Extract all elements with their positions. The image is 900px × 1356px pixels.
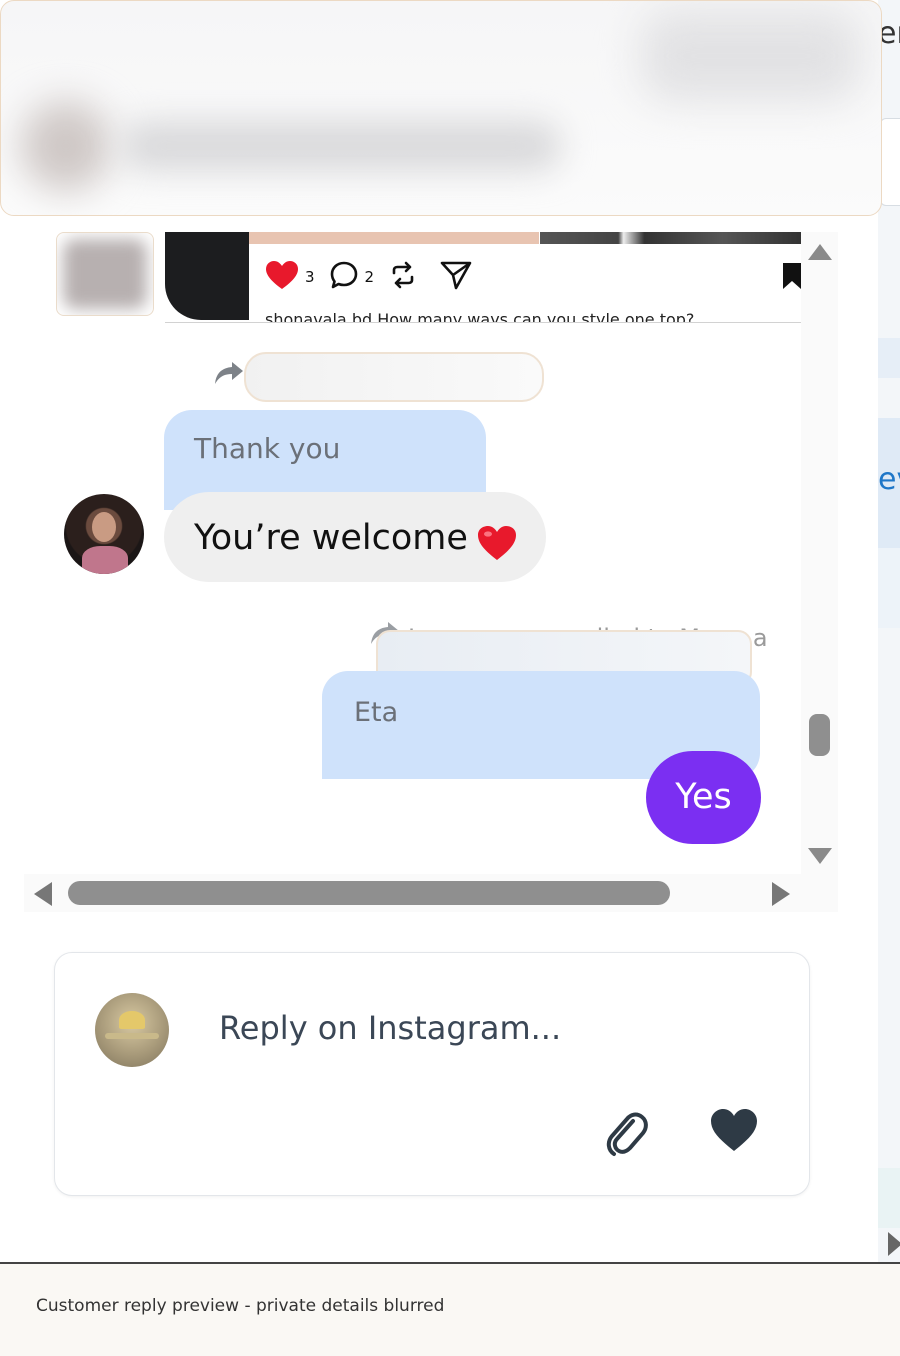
blurred-reply-label [244, 352, 544, 402]
heart-emoji-icon [476, 524, 518, 566]
business-avatar [95, 993, 169, 1067]
post-actions: 3 2 [265, 260, 472, 294]
blurred-detail [641, 11, 861, 101]
incoming-message[interactable]: You’re welcome [164, 492, 546, 582]
avatar-clothing [82, 546, 128, 574]
quoted-message-text: Eta [354, 697, 399, 728]
shared-post-card[interactable]: 3 2 shonavala.bd How many ways can you s… [165, 232, 801, 323]
blurred-name [121, 121, 561, 171]
vertical-scrollbar[interactable] [801, 232, 838, 874]
like-heart-icon[interactable] [709, 1107, 759, 1157]
sidebar-band [878, 548, 900, 628]
forward-icon [214, 360, 244, 390]
horizontal-scrollbar[interactable] [24, 874, 838, 912]
sidebar-peek-text-mid[interactable]: ev [878, 462, 900, 497]
post-image-strip [540, 232, 801, 244]
outgoing-message[interactable]: Yes [646, 751, 761, 844]
sidebar-scroll-right-arrow[interactable] [888, 1232, 900, 1256]
post-thumbnail [165, 232, 249, 320]
brand-logo-crest [119, 1011, 145, 1029]
vertical-scroll-thumb[interactable] [809, 714, 830, 756]
reply-composer [54, 952, 810, 1196]
brand-logo-text [105, 1033, 159, 1039]
like-count: 3 [305, 268, 315, 286]
reply-input[interactable] [219, 1003, 779, 1053]
sidebar-band [878, 338, 900, 378]
avatar-face [92, 512, 116, 542]
post-caption: shonavala.bd How many ways can you style… [265, 310, 695, 323]
quoted-message-text: Thank you [194, 432, 341, 465]
blurred-avatar [21, 101, 111, 191]
heart-icon[interactable] [265, 260, 299, 294]
comment-icon[interactable] [329, 260, 359, 294]
bookmark-icon[interactable] [781, 262, 801, 294]
shared-post-author-avatar [56, 232, 154, 316]
outgoing-message-text: Yes [675, 777, 732, 817]
horizontal-scroll-thumb[interactable] [68, 881, 670, 905]
paperclip-icon[interactable] [603, 1107, 649, 1163]
comment-count: 2 [364, 268, 375, 286]
contact-avatar[interactable] [64, 494, 144, 574]
preview-footer: Customer reply preview - private details… [0, 1262, 900, 1356]
blurred-header [0, 0, 882, 216]
scroll-left-arrow[interactable] [34, 882, 52, 906]
send-icon[interactable] [440, 260, 472, 294]
incoming-message-text: You’re welcome [194, 518, 468, 558]
sidebar-band [878, 1168, 900, 1228]
footer-caption: Customer reply preview - private details… [36, 1296, 445, 1316]
scroll-right-arrow[interactable] [772, 882, 790, 906]
blurred-avatar-image [63, 239, 147, 309]
scroll-up-arrow[interactable] [808, 244, 832, 260]
post-image-strip [249, 232, 539, 244]
sidebar-peek-box[interactable] [880, 118, 900, 206]
scroll-down-arrow[interactable] [808, 848, 832, 864]
repost-icon[interactable] [388, 260, 418, 294]
